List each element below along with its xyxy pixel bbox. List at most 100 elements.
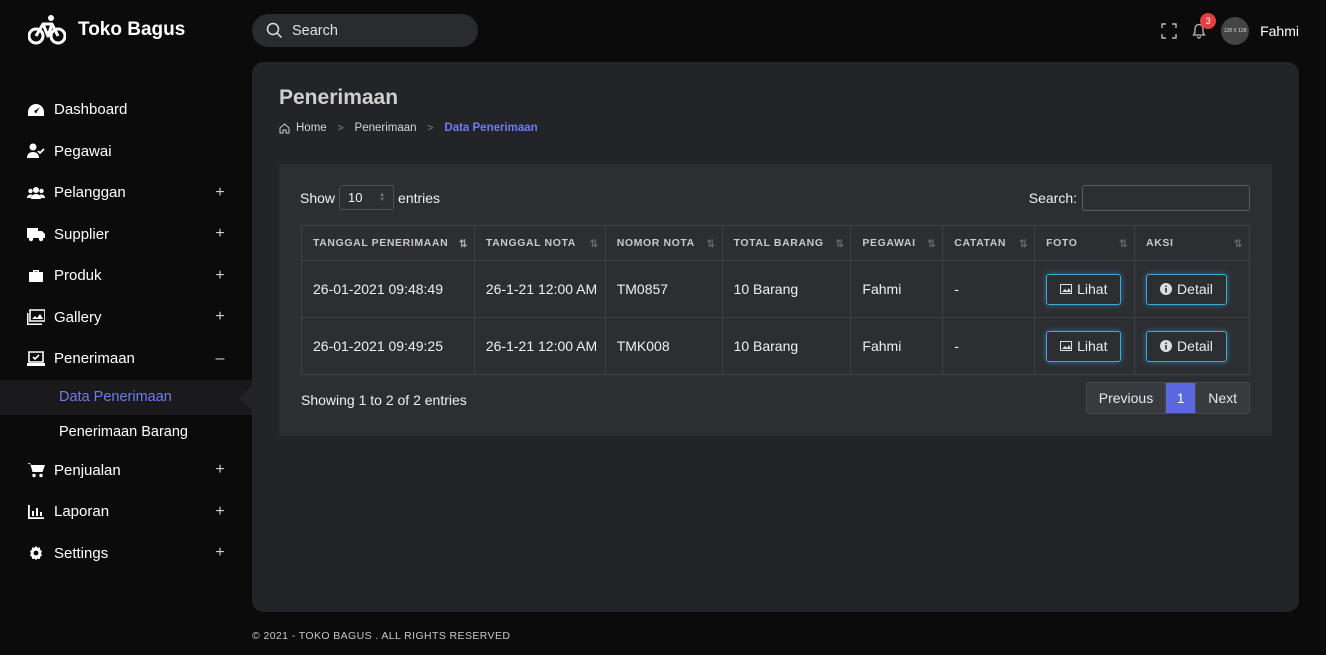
detail-button-label: Detail <box>1177 338 1213 354</box>
cell-aksi: Detail <box>1134 260 1250 318</box>
search-input[interactable] <box>292 22 462 39</box>
column-header-label: CATATAN <box>954 237 1007 249</box>
fullscreen-icon <box>1161 23 1177 39</box>
brand-name: Toko Bagus <box>78 19 186 40</box>
table-search: Search: <box>1029 185 1250 211</box>
table-panel: Show 10 ▲ ▼ entries Search: TANGGAL PENER… <box>279 164 1272 436</box>
breadcrumb-home[interactable]: Home <box>296 122 327 134</box>
sidebar-subitem-penerimaan-barang[interactable]: Penerimaan Barang <box>0 415 252 450</box>
sort-asc-icon: ⇅ <box>458 239 468 250</box>
avatar[interactable]: 128 X 128 <box>1221 17 1250 45</box>
column-header-label: AKSI <box>1146 237 1174 249</box>
page-length-select[interactable]: 10 ▲ ▼ <box>339 185 395 210</box>
users-icon <box>26 184 46 202</box>
detail-button[interactable]: Detail <box>1146 330 1227 362</box>
table-row: 26-01-2021 09:48:49 26-1-21 12:00 AM TM0… <box>301 260 1250 318</box>
sort-icon: ⇅ <box>706 239 716 250</box>
sidebar-item-produk[interactable]: Produk + <box>0 255 252 297</box>
sort-icon: ⇅ <box>835 239 845 250</box>
lihat-button[interactable]: Lihat <box>1046 273 1122 305</box>
fullscreen-button[interactable] <box>1154 16 1184 46</box>
column-header-pegawai[interactable]: PEGAWAI ⇅ <box>850 225 944 261</box>
sidebar-item-penjualan[interactable]: Penjualan + <box>0 450 252 492</box>
lihat-button[interactable]: Lihat <box>1046 330 1122 362</box>
cell-tanggal-penerimaan: 26-01-2021 09:49:25 <box>301 317 475 375</box>
sidebar-subitem-data-penerimaan[interactable]: Data Penerimaan <box>0 379 253 415</box>
bicycle-icon <box>28 15 66 45</box>
column-header-total-barang[interactable]: TOTAL BARANG ⇅ <box>721 225 852 261</box>
sidebar-item-dashboard[interactable]: Dashboard <box>0 89 252 131</box>
expand-toggle[interactable]: + <box>214 308 226 326</box>
sort-icon: ⇅ <box>927 239 937 250</box>
column-header-tanggal-nota[interactable]: TANGGAL NOTA ⇅ <box>473 225 606 261</box>
sidebar-item-label: Laporan <box>54 503 110 521</box>
sidebar-item-label: Dashboard <box>54 101 128 119</box>
sidebar-item-supplier[interactable]: Supplier + <box>0 214 252 256</box>
cell-nomor-nota: TM0857 <box>604 260 723 318</box>
chart-icon <box>26 503 46 521</box>
column-header-label: NOMOR NOTA <box>616 237 695 249</box>
sort-icon: ⇅ <box>1119 239 1129 250</box>
images-icon <box>26 308 46 326</box>
column-header-label: TANGGAL NOTA <box>485 237 576 249</box>
column-header-catatan[interactable]: CATATAN ⇅ <box>942 225 1036 261</box>
info-icon <box>1160 340 1173 352</box>
page-length-value: 10 <box>348 190 363 205</box>
detail-button-label: Detail <box>1177 281 1213 297</box>
header-actions: 3 128 X 128 Fahmi <box>1154 13 1299 46</box>
column-header-label: PEGAWAI <box>862 237 916 249</box>
previous-page-button[interactable]: Previous <box>1086 383 1167 413</box>
sidebar-item-settings[interactable]: Settings + <box>0 533 252 575</box>
sidebar-item-penerimaan[interactable]: Penerimaan – <box>0 338 252 380</box>
cell-total-barang: 10 Barang <box>721 317 852 375</box>
sidebar-item-label: Pelanggan <box>54 184 126 202</box>
next-page-button[interactable]: Next <box>1195 383 1249 413</box>
truck-icon <box>26 225 46 243</box>
lihat-button-label: Lihat <box>1077 338 1108 354</box>
cell-foto: Lihat <box>1034 260 1136 318</box>
cell-nomor-nota: TMK008 <box>604 317 723 375</box>
sidebar-item-label: Settings <box>54 544 109 562</box>
expand-toggle[interactable]: + <box>214 503 226 521</box>
detail-button[interactable]: Detail <box>1146 273 1227 305</box>
column-header-foto[interactable]: FOTO ⇅ <box>1034 225 1136 261</box>
page-length-control: Show 10 ▲ ▼ entries <box>300 185 440 210</box>
column-header-nomor-nota[interactable]: NOMOR NOTA ⇅ <box>604 225 723 261</box>
user-check-icon <box>26 142 46 160</box>
sort-icon: ⇅ <box>589 239 599 250</box>
table-header-row: TANGGAL PENERIMAAN ⇅ TANGGAL NOTA ⇅ NOMOR … <box>301 225 1250 261</box>
expand-toggle[interactable]: + <box>214 184 226 202</box>
sidebar-item-pegawai[interactable]: Pegawai <box>0 131 252 173</box>
global-search[interactable] <box>252 14 478 47</box>
briefcase-icon <box>26 267 46 285</box>
collapse-toggle[interactable]: – <box>214 350 226 368</box>
column-header-label: TOTAL BARANG <box>733 237 824 249</box>
expand-toggle[interactable]: + <box>214 544 226 562</box>
table-search-label: Search: <box>1028 190 1077 206</box>
sidebar: Toko Bagus Dashboard Pegawai Pelanggan +… <box>0 0 253 655</box>
cart-icon <box>26 461 46 479</box>
notification-button[interactable]: 3 <box>1184 13 1217 46</box>
cell-tanggal-nota: 26-1-21 12:00 AM <box>473 317 606 375</box>
sidebar-item-pelanggan[interactable]: Pelanggan + <box>0 172 252 214</box>
brand[interactable]: Toko Bagus <box>28 14 185 46</box>
page-button-1[interactable]: 1 <box>1166 383 1196 413</box>
cell-total-barang: 10 Barang <box>721 260 852 318</box>
column-header-label: FOTO <box>1046 237 1078 249</box>
column-header-aksi[interactable]: AKSI ⇅ <box>1134 225 1250 261</box>
expand-toggle[interactable]: + <box>214 267 226 285</box>
sidebar-item-gallery[interactable]: Gallery + <box>0 297 252 339</box>
breadcrumb-current: Data Penerimaan <box>444 122 538 134</box>
sidebar-item-label: Penerimaan <box>54 350 135 368</box>
column-header-tanggal-penerimaan[interactable]: TANGGAL PENERIMAAN ⇅ <box>301 225 475 261</box>
expand-toggle[interactable]: + <box>214 225 226 243</box>
user-name[interactable]: Fahmi <box>1260 23 1299 39</box>
sidebar-item-laporan[interactable]: Laporan + <box>0 491 252 533</box>
notification-badge: 3 <box>1200 13 1217 29</box>
cell-aksi: Detail <box>1134 317 1250 375</box>
table-search-input[interactable] <box>1082 185 1250 211</box>
cell-pegawai: Fahmi <box>850 260 944 318</box>
breadcrumb-penerimaan[interactable]: Penerimaan <box>355 122 417 134</box>
gear-icon <box>26 544 46 562</box>
expand-toggle[interactable]: + <box>214 461 226 479</box>
